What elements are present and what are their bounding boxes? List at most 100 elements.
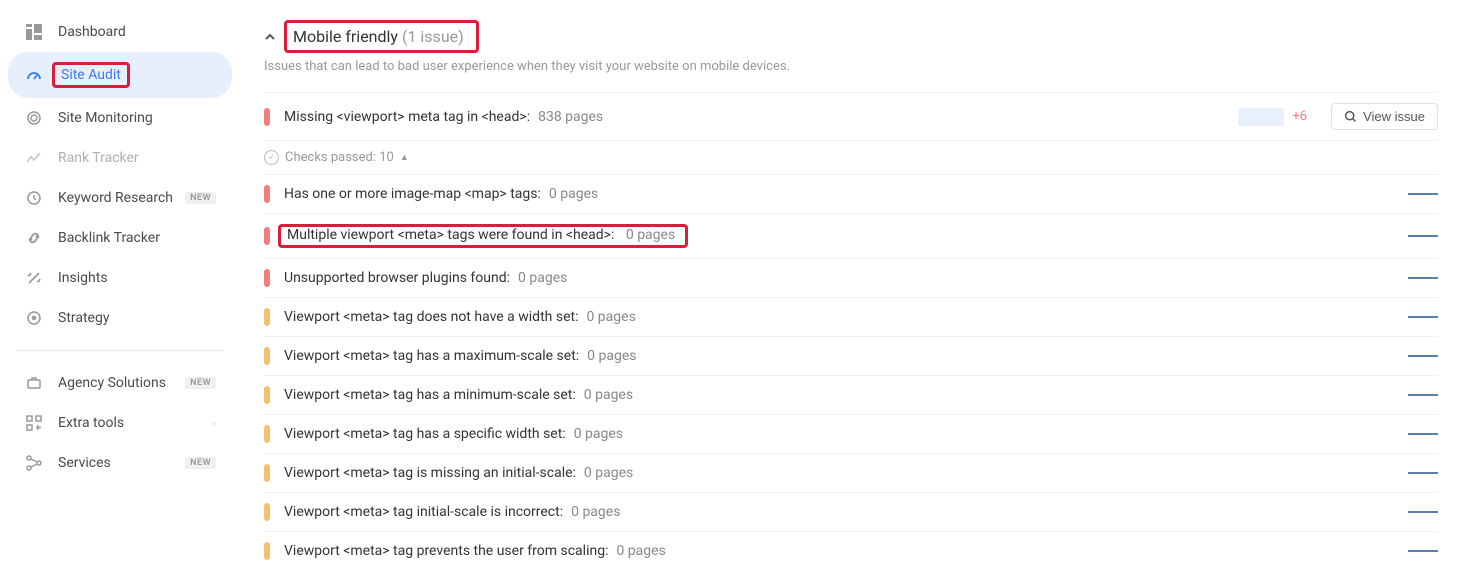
sidebar-item-label: Keyword Research: [58, 190, 179, 206]
sidebar-item-label: Insights: [58, 270, 216, 286]
sidebar-item-dashboard[interactable]: Dashboard: [8, 12, 232, 52]
sidebar-item-label: Dashboard: [58, 24, 216, 40]
passed-check-row[interactable]: Has one or more image-map <map> tags: 0 …: [264, 174, 1438, 214]
sidebar-item-label: Rank Tracker: [58, 150, 216, 166]
passed-check-row[interactable]: Viewport <meta> tag has a maximum-scale …: [264, 337, 1438, 376]
section-title-text: Mobile friendly: [293, 27, 398, 46]
issue-page-count: 0 pages: [518, 270, 567, 286]
severity-indicator-red: [264, 269, 270, 287]
issue-label: Viewport <meta> tag has a minimum-scale …: [284, 387, 576, 403]
compass-icon: [24, 308, 44, 328]
sidebar-item-label: Strategy: [58, 310, 216, 326]
severity-indicator-red: [264, 108, 270, 126]
section-description: Issues that can lead to bad user experie…: [264, 59, 1438, 74]
issue-page-count: 0 pages: [549, 186, 598, 202]
issue-page-count: 0 pages: [574, 426, 623, 442]
sidebar-item-label: Agency Solutions: [58, 375, 179, 391]
sidebar-item-site-monitoring[interactable]: Site Monitoring: [8, 98, 232, 138]
sidebar-item-services[interactable]: Services NEW: [8, 443, 232, 483]
sidebar-item-rank-tracker[interactable]: Rank Tracker: [8, 138, 232, 178]
issue-label: Viewport <meta> tag initial-scale is inc…: [284, 504, 563, 520]
severity-indicator-orange: [264, 542, 270, 560]
search-icon: [1344, 110, 1357, 123]
flat-sparkline: [1408, 355, 1438, 357]
flat-sparkline: [1408, 277, 1438, 279]
section-header[interactable]: Mobile friendly (1 issue): [264, 20, 1438, 53]
issue-page-count: 0 pages: [587, 348, 636, 364]
severity-indicator-orange: [264, 347, 270, 365]
sidebar-item-extra-tools[interactable]: Extra tools ›: [8, 403, 232, 443]
highlight-site-audit: Site Audit: [52, 62, 130, 88]
flat-sparkline: [1408, 394, 1438, 396]
severity-indicator-red: [264, 227, 270, 245]
issue-label: Viewport <meta> tag prevents the user fr…: [284, 543, 608, 559]
sidebar-item-label: Site Monitoring: [58, 110, 216, 126]
sidebar-item-site-audit[interactable]: Site Audit: [8, 52, 232, 98]
new-badge: NEW: [185, 457, 216, 469]
sidebar-item-agency-solutions[interactable]: Agency Solutions NEW: [8, 363, 232, 403]
severity-indicator-red: [264, 185, 270, 203]
check-circle-icon: ✓: [264, 150, 279, 165]
sidebar-item-keyword-research[interactable]: Keyword Research NEW: [8, 178, 232, 218]
chevron-up-icon: [264, 31, 276, 43]
briefcase-icon: [24, 373, 44, 393]
sidebar-item-label: Extra tools: [58, 415, 212, 431]
clock-icon: [24, 188, 44, 208]
sidebar-item-strategy[interactable]: Strategy: [8, 298, 232, 338]
issue-delta: +6: [1292, 109, 1307, 124]
flat-sparkline: [1408, 316, 1438, 318]
issue-page-count: 0 pages: [616, 543, 665, 559]
caret-up-icon: ▲: [400, 152, 409, 163]
issue-page-count: 0 pages: [586, 309, 635, 325]
issue-label: Viewport <meta> tag has a maximum-scale …: [284, 348, 579, 364]
flat-sparkline: [1408, 472, 1438, 474]
issue-page-count: 0 pages: [571, 504, 620, 520]
flat-sparkline: [1408, 193, 1438, 195]
issue-label: Unsupported browser plugins found:: [284, 270, 510, 286]
section-issue-count: (1 issue): [402, 27, 464, 46]
severity-indicator-orange: [264, 308, 270, 326]
view-issue-button[interactable]: View issue: [1331, 103, 1438, 130]
issue-label: Multiple viewport <meta> tags were found…: [287, 227, 614, 243]
view-issue-label: View issue: [1363, 109, 1425, 124]
dashboard-icon: [24, 22, 44, 42]
severity-indicator-orange: [264, 503, 270, 521]
issue-page-count: 0 pages: [584, 465, 633, 481]
chevron-right-icon: ›: [212, 416, 216, 430]
sidebar-item-backlink-tracker[interactable]: Backlink Tracker: [8, 218, 232, 258]
passed-check-row[interactable]: Viewport <meta> tag has a minimum-scale …: [264, 376, 1438, 415]
sidebar-item-label: Services: [58, 455, 179, 471]
flat-sparkline: [1408, 511, 1438, 513]
passed-check-row[interactable]: Unsupported browser plugins found: 0 pag…: [264, 259, 1438, 298]
flat-sparkline: [1408, 550, 1438, 552]
section-title: Mobile friendly (1 issue): [293, 27, 464, 46]
grid-plus-icon: [24, 413, 44, 433]
link-icon: [24, 228, 44, 248]
issue-label: Missing <viewport> meta tag in <head>:: [284, 109, 530, 125]
issue-page-count: 838 pages: [538, 109, 603, 125]
chart-line-icon: [24, 148, 44, 168]
sidebar-divider: [16, 350, 224, 351]
sidebar-item-label: Backlink Tracker: [58, 230, 216, 246]
main-content: Mobile friendly (1 issue) Issues that ca…: [240, 0, 1470, 567]
issue-row[interactable]: Missing <viewport> meta tag in <head>: 8…: [264, 92, 1438, 141]
passed-check-row[interactable]: Viewport <meta> tag initial-scale is inc…: [264, 493, 1438, 532]
passed-check-row[interactable]: Multiple viewport <meta> tags were found…: [264, 214, 1438, 259]
nodes-icon: [24, 453, 44, 473]
checks-passed-toggle[interactable]: ✓ Checks passed: 10 ▲: [264, 141, 1438, 174]
passed-check-row[interactable]: Viewport <meta> tag has a specific width…: [264, 415, 1438, 454]
issue-label: Has one or more image-map <map> tags:: [284, 186, 541, 202]
sidebar-item-insights[interactable]: Insights: [8, 258, 232, 298]
wand-icon: [24, 268, 44, 288]
new-badge: NEW: [185, 192, 216, 204]
passed-check-row[interactable]: Viewport <meta> tag is missing an initia…: [264, 454, 1438, 493]
new-badge: NEW: [185, 377, 216, 389]
passed-check-row[interactable]: Viewport <meta> tag prevents the user fr…: [264, 532, 1438, 567]
passed-check-row[interactable]: Viewport <meta> tag does not have a widt…: [264, 298, 1438, 337]
checks-passed-label: Checks passed: 10: [285, 150, 394, 165]
target-icon: [24, 108, 44, 128]
issue-label: Viewport <meta> tag is missing an initia…: [284, 465, 576, 481]
speedometer-icon: [24, 65, 44, 85]
sparkline-chart: [1238, 108, 1284, 126]
flat-sparkline: [1408, 235, 1438, 237]
